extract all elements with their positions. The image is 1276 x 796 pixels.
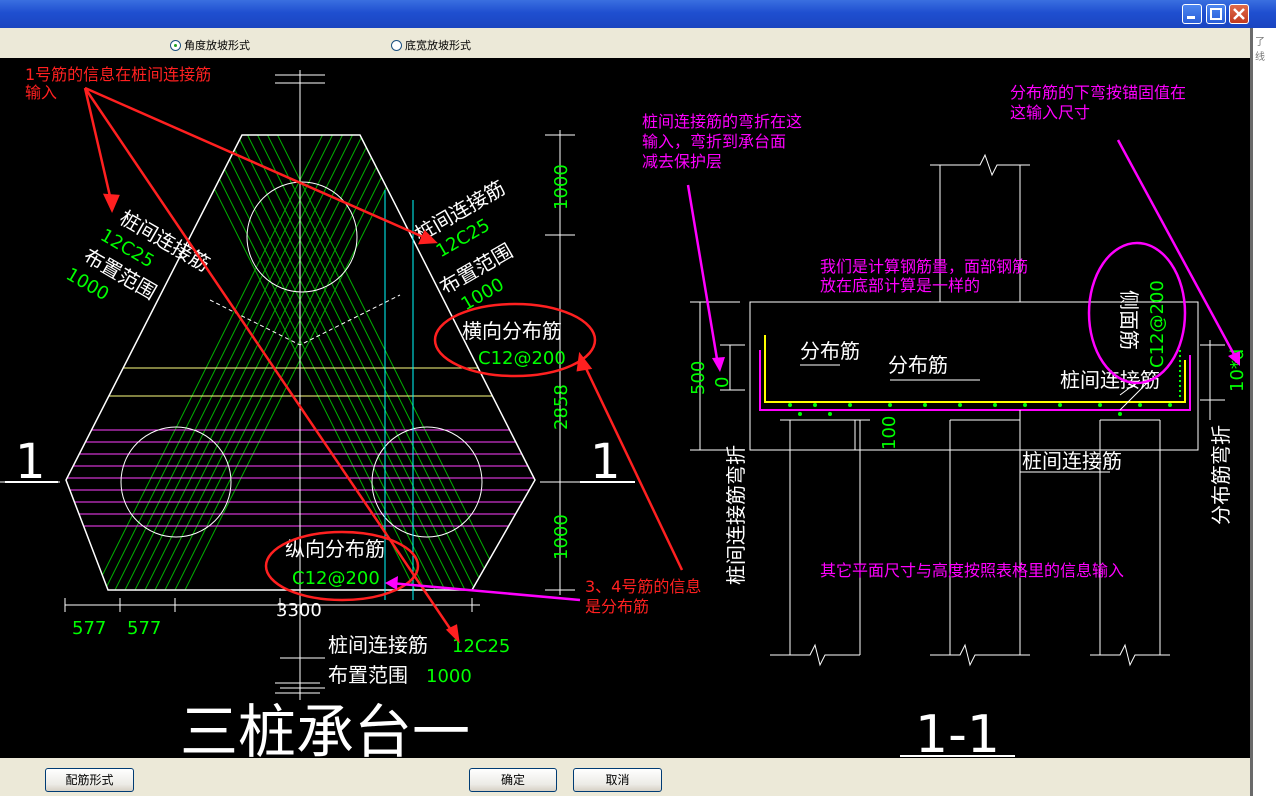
magenta-note-2-line2: 这输入尺寸: [1010, 103, 1090, 122]
rebar-form-button[interactable]: 配筋形式: [45, 768, 134, 792]
background-window-edge: 了 线: [1250, 28, 1276, 796]
magenta-note-2-line1: 分布筋的下弯按锚固值在: [1010, 83, 1186, 102]
bottom-rebar-label: 桩间连接筋: [328, 633, 428, 657]
pile-rebar-2: 桩间连接筋: [1022, 449, 1122, 473]
section-vertical-right: 分布筋弯折: [1209, 425, 1233, 525]
magenta-note-4: 其它平面尺寸与高度按照表格里的信息输入: [820, 561, 1124, 580]
dist-rebar-2: 分布筋: [888, 353, 948, 377]
magenta-note-1-line3: 减去保护层: [642, 152, 722, 171]
dim-bottom: 1000: [551, 514, 572, 560]
side-rebar-label: 侧面筋: [1117, 290, 1141, 350]
drawing-canvas: 1 1 桩间连接筋 12C25 布置范围 1000 桩间连接筋 12C25 布置…: [0, 58, 1250, 766]
magenta-note-1-line1: 桩间连接筋的弯折在这: [642, 112, 802, 131]
red-note-2-line1: 3、4号筋的信息: [585, 577, 701, 596]
dim-width: 3300: [276, 600, 322, 621]
dist-rebar-1: 分布筋: [800, 339, 860, 363]
magenta-note-3-line2: 放在底部计算是一样的: [820, 276, 980, 295]
dim-left-2: 577: [127, 618, 161, 639]
dim-100: 100: [879, 416, 900, 450]
red-note-1-line1: 1号筋的信息在桩间连接筋: [25, 65, 211, 84]
bottom-range-label: 布置范围: [328, 663, 408, 687]
title-bar: [0, 0, 1276, 28]
dim-bend: 0: [712, 377, 733, 388]
red-note-1-line2: 输入: [25, 83, 57, 102]
pile-circle: [371, 426, 483, 538]
radio-angle-slope-label: 角度放坡形式: [184, 39, 250, 52]
magenta-note-1-line2: 输入，弯折到承台面: [642, 132, 786, 151]
background-snippet-1: 了: [1255, 37, 1265, 48]
side-rebar-spec: C12@200: [1147, 280, 1168, 368]
transverse-label: 横向分布筋: [462, 319, 562, 343]
minimize-button[interactable]: [1182, 4, 1202, 24]
section-title: 1-1: [915, 705, 1000, 758]
longitudinal-label: 纵向分布筋: [285, 537, 385, 561]
close-button[interactable]: [1229, 4, 1249, 24]
radio-bottom-width-slope[interactable]: 底宽放坡形式: [391, 37, 471, 53]
bottom-range-value: 1000: [426, 666, 472, 687]
radio-dot-selected-icon: [170, 39, 181, 51]
maximize-button[interactable]: [1206, 4, 1226, 24]
dim-mid: 2858: [551, 384, 572, 430]
transverse-spec: C12@200: [478, 348, 566, 369]
magenta-note-3-line1: 我们是计算钢筋量，面部钢筋: [820, 257, 1028, 276]
dim-top: 1000: [551, 164, 572, 210]
section-view: [690, 153, 1225, 667]
plan-title: 三桩承台一: [180, 698, 470, 758]
dialog-button-bar: 配筋形式 确定 取消: [0, 758, 1250, 796]
radio-bottom-width-slope-label: 底宽放坡形式: [405, 39, 471, 52]
pile-circle: [120, 426, 232, 538]
ok-button[interactable]: 确定: [469, 768, 557, 792]
red-note-2-line2: 是分布筋: [585, 597, 649, 616]
cancel-button[interactable]: 取消: [573, 768, 662, 792]
radio-angle-slope[interactable]: 角度放坡形式: [170, 37, 250, 53]
maximize-icon: [1210, 8, 1222, 20]
section-vertical-left: 桩间连接筋弯折: [724, 445, 748, 585]
slope-options-bar: 角度放坡形式 底宽放坡形式: [0, 28, 1250, 59]
radio-dot-icon: [391, 39, 402, 51]
close-icon: [1233, 8, 1245, 20]
bottom-rebar-spec: 12C25: [452, 636, 510, 657]
cad-drawing: 1 1 桩间连接筋 12C25 布置范围 1000 桩间连接筋 12C25 布置…: [0, 65, 1248, 766]
longitudinal-spec: C12@200: [292, 568, 380, 589]
dim-left-1: 577: [72, 618, 106, 639]
dim-height: 500: [688, 361, 709, 395]
minimize-icon: [1187, 16, 1195, 19]
background-snippet-2: 线: [1255, 52, 1265, 63]
